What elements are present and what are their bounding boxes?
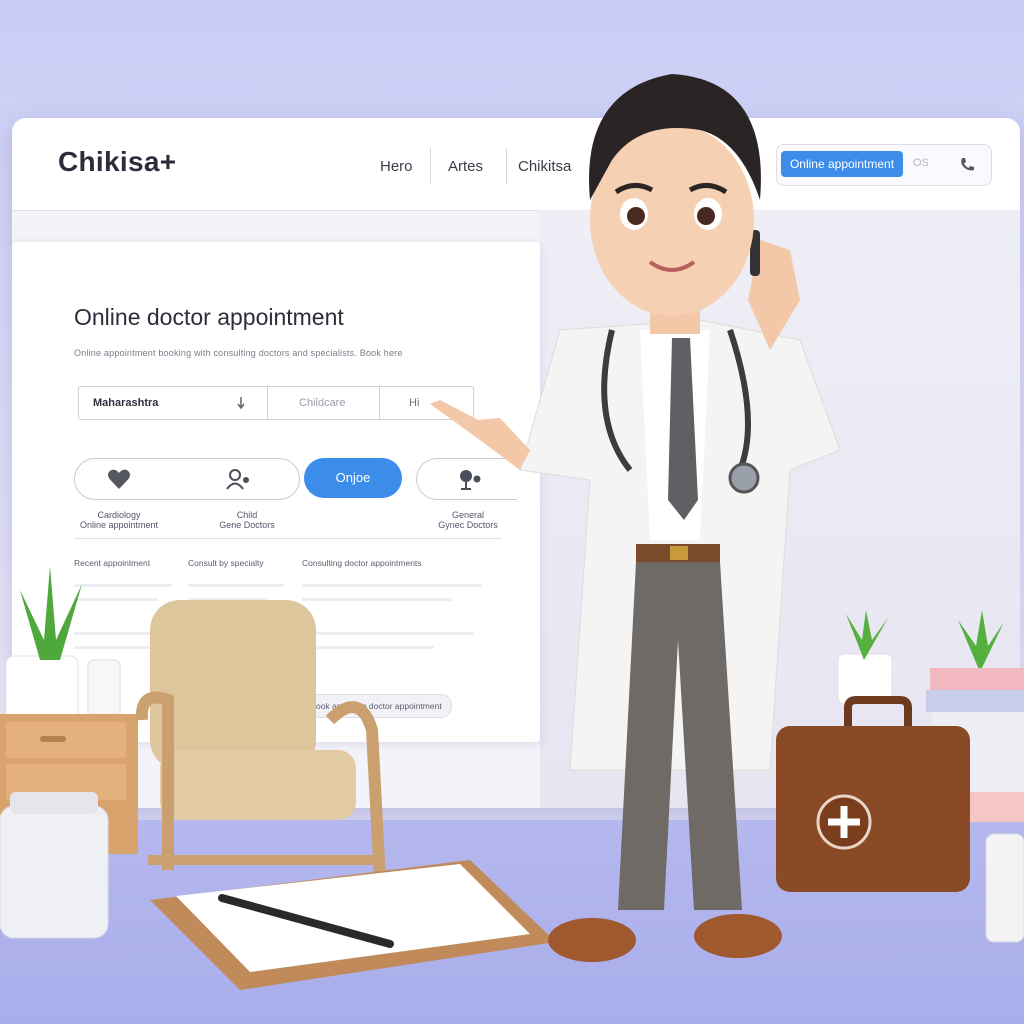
- medicine-bottle: [985, 833, 1024, 943]
- medical-bag: [776, 696, 970, 892]
- clipboard: [150, 860, 556, 990]
- illustration-layer: [0, 74, 1024, 990]
- medicine-jar: [87, 659, 121, 723]
- medicine-container: [0, 792, 109, 939]
- potted-plant: [5, 566, 82, 723]
- armchair: [135, 600, 386, 881]
